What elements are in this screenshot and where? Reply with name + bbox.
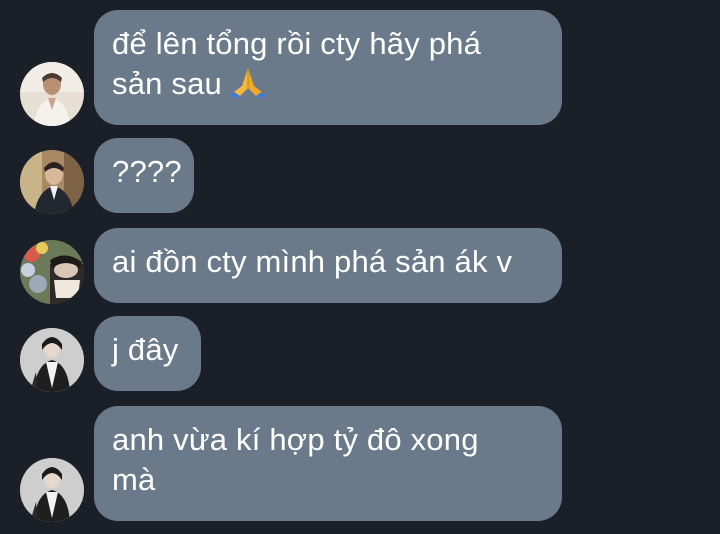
- avatar-photo-icon: [20, 328, 84, 392]
- message-text: ????: [112, 154, 182, 189]
- message-bubble[interactable]: j đây: [94, 316, 201, 391]
- avatar[interactable]: [20, 150, 84, 214]
- avatar-photo-icon: [20, 150, 84, 214]
- chat-thread: để lên tổng rồi cty hãy phá sản sau ????…: [0, 0, 720, 534]
- message-bubble[interactable]: ai đồn cty mình phá sản ák v: [94, 228, 562, 303]
- message-row: anh vừa kí hợp tỷ đô xong mà: [0, 404, 720, 522]
- avatar[interactable]: [20, 62, 84, 126]
- message-text: ai đồn cty mình phá sản ák v: [112, 244, 513, 279]
- message-row: để lên tổng rồi cty hãy phá sản sau: [0, 8, 720, 126]
- message-bubble[interactable]: để lên tổng rồi cty hãy phá sản sau: [94, 10, 562, 125]
- message-text: để lên tổng rồi cty hãy phá sản sau: [112, 26, 482, 101]
- message-text: j đây: [112, 332, 179, 367]
- message-row: ai đồn cty mình phá sản ák v: [0, 228, 720, 306]
- avatar-photo-icon: [20, 62, 84, 126]
- message-bubble[interactable]: anh vừa kí hợp tỷ đô xong mà: [94, 406, 562, 521]
- message-bubble[interactable]: ????: [94, 138, 194, 213]
- avatar[interactable]: [20, 240, 84, 304]
- avatar-photo-icon: [20, 458, 84, 522]
- message-row: j đây: [0, 316, 720, 394]
- folded-hands-icon: [229, 66, 266, 98]
- message-text: anh vừa kí hợp tỷ đô xong mà: [112, 422, 479, 497]
- avatar[interactable]: [20, 458, 84, 522]
- message-row: ????: [0, 138, 720, 216]
- avatar[interactable]: [20, 328, 84, 392]
- avatar-photo-icon: [20, 240, 84, 304]
